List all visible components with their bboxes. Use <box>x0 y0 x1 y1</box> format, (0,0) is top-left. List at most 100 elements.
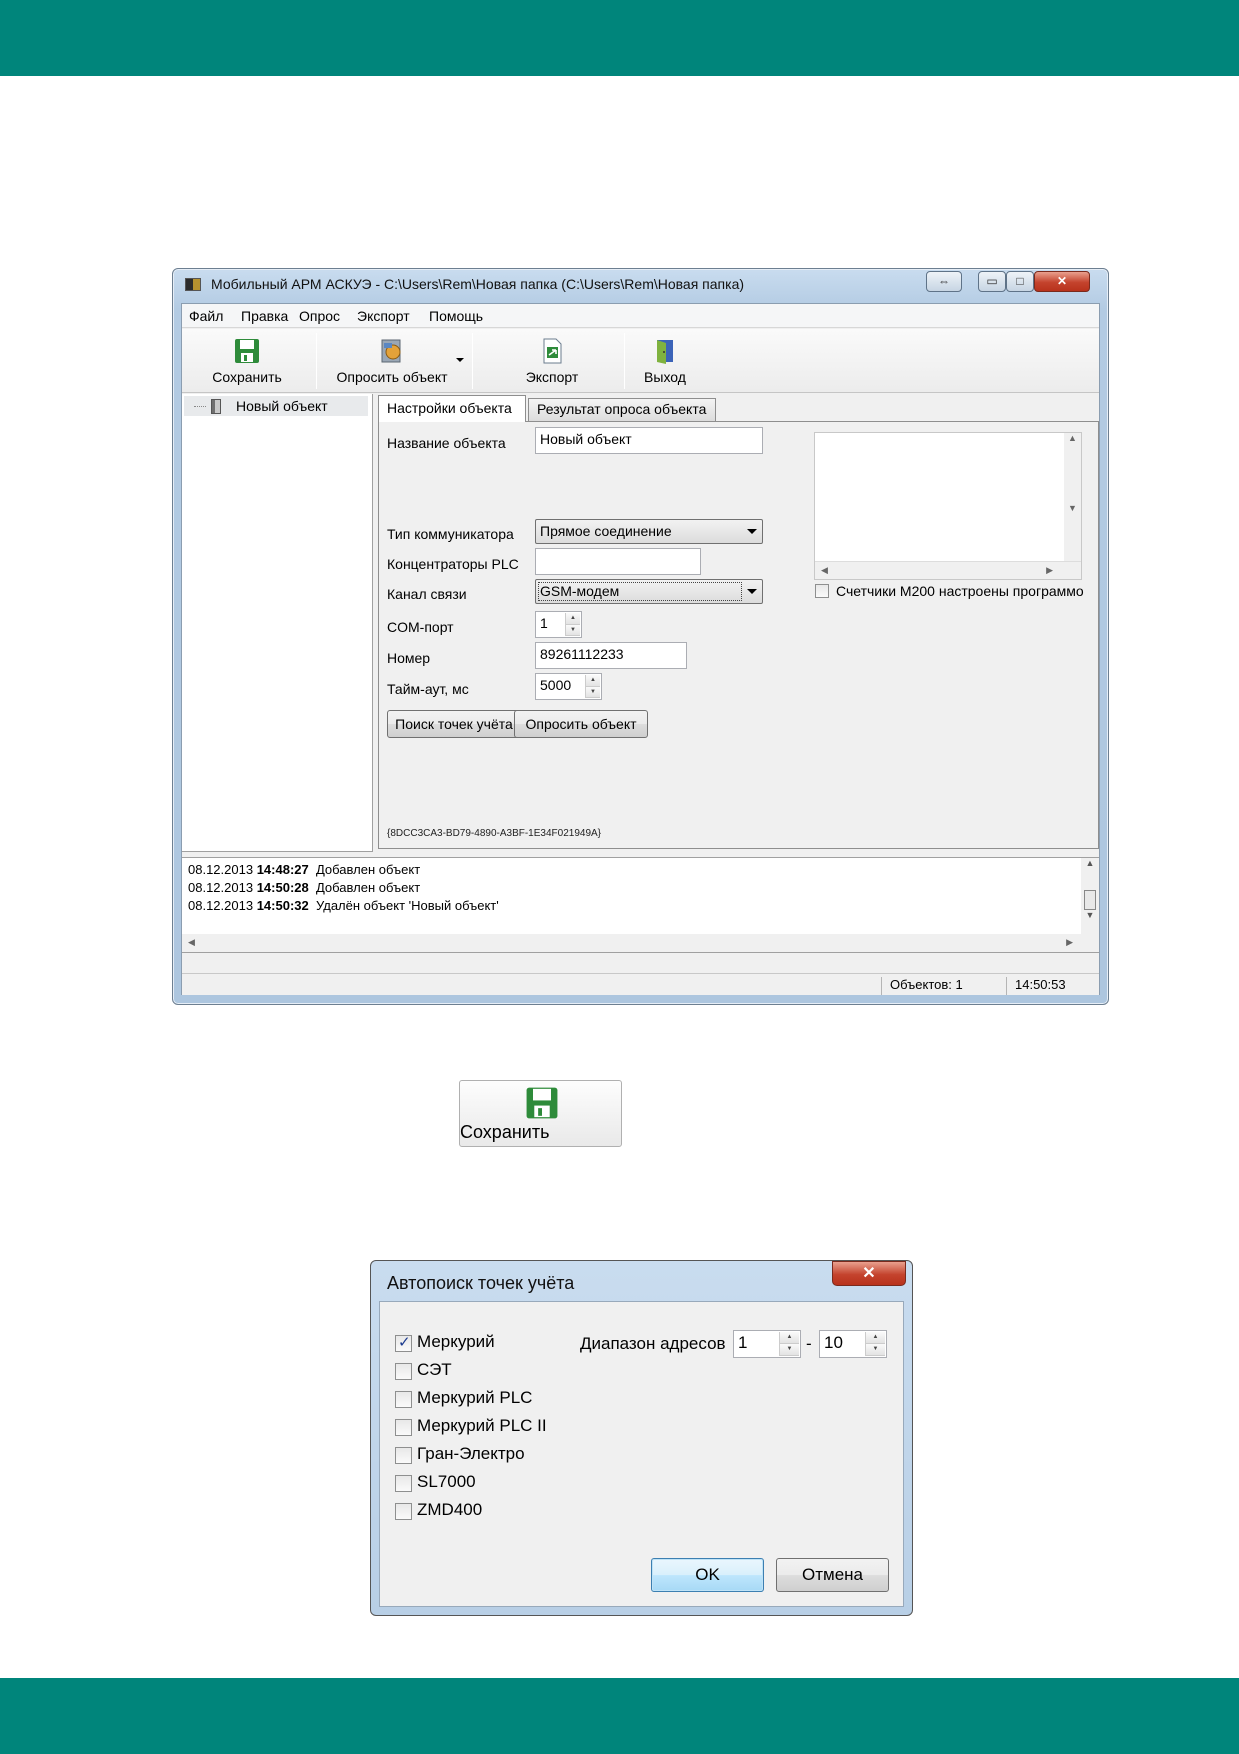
meter-checkbox[interactable] <box>395 1503 412 1520</box>
log-entry: 08.12.2013 14:50:28 Добавлен объект <box>188 880 421 895</box>
meter-checkbox[interactable] <box>395 1391 412 1408</box>
main-window: Мобильный АРМ АСКУЭ - C:\Users\Rem\Новая… <box>172 268 1109 1005</box>
toolbar: Сохранить Опросить объект Экспорт Выход <box>182 329 1099 393</box>
poll-object-button[interactable]: Опросить объект <box>322 331 462 389</box>
menu-poll[interactable]: Опрос <box>299 308 340 324</box>
title-bar[interactable]: Мобильный АРМ АСКУЭ - C:\Users\Rem\Новая… <box>173 269 1108 301</box>
meter-checkbox[interactable]: ✓ <box>395 1334 412 1352</box>
tree-item-label: Новый объект <box>236 398 328 414</box>
export-icon <box>543 338 562 364</box>
address-to-spinner[interactable]: 10 ▲ ▼ <box>819 1330 887 1358</box>
menu-file[interactable]: Файл <box>189 308 223 324</box>
spinner-arrows-icon[interactable]: ▲ ▼ <box>865 1332 885 1356</box>
header-band <box>0 0 1239 76</box>
toolbar-separator <box>472 333 473 389</box>
status-bar: Объектов: 1 14:50:53 <box>182 973 1099 995</box>
log-entry: 08.12.2013 14:50:32 Удалён объект 'Новый… <box>188 898 499 913</box>
spinner-arrows-icon[interactable]: ▲ ▼ <box>779 1332 799 1356</box>
com-port-spinner[interactable]: 1 ▲ ▼ <box>535 611 582 638</box>
memo-horizontal-scrollbar[interactable]: ◀ ▶ <box>815 561 1081 579</box>
object-name-label: Название объекта <box>387 435 506 451</box>
meter-checkbox[interactable] <box>395 1475 412 1492</box>
save-toolbar-button[interactable]: Сохранить <box>192 331 302 389</box>
memo-vertical-scrollbar[interactable]: ▲ ▼ <box>1064 433 1081 563</box>
meter-label: Меркурий PLC II <box>417 1416 547 1435</box>
timeout-label: Тайм-аут, мс <box>387 681 469 697</box>
client-area: Файл Правка Опрос Экспорт Помощь Сохрани… <box>181 303 1100 995</box>
exit-label: Выход <box>644 369 686 385</box>
tab-object-settings[interactable]: Настройки объекта <box>378 395 526 422</box>
export-button[interactable]: Экспорт <box>482 331 622 389</box>
address-range-label: Диапазон адресов <box>580 1334 726 1353</box>
export-label: Экспорт <box>525 369 579 385</box>
maximize-button[interactable]: □ <box>1006 271 1034 292</box>
poll-object-icon <box>381 339 401 363</box>
meter-label: Меркурий <box>417 1332 495 1351</box>
ok-button[interactable]: OK <box>651 1558 764 1592</box>
objects-count: Объектов: 1 <box>881 977 1001 995</box>
log-entry: 08.12.2013 14:48:27 Добавлен объект <box>188 862 421 877</box>
meter-label: ZMD400 <box>417 1500 483 1519</box>
tree-connector <box>194 406 206 407</box>
dialog-title: Автопоиск точек учёта <box>387 1273 575 1293</box>
toolbar-separator <box>624 333 625 389</box>
meter-label: СЭТ <box>417 1360 452 1379</box>
communicator-label: Тип коммуникатора <box>387 526 514 542</box>
object-tree: Новый объект <box>182 394 373 852</box>
footer-band <box>0 1678 1239 1754</box>
menu-export[interactable]: Экспорт <box>357 308 410 324</box>
minimize-button[interactable]: ▭ <box>978 271 1006 292</box>
save-label: Сохранить <box>212 369 282 385</box>
meter-checkbox[interactable] <box>395 1419 412 1436</box>
dropdown-arrow-icon[interactable] <box>456 358 464 362</box>
timeout-value: 5000 <box>540 677 572 693</box>
plc-concentrators-label: Концентраторы PLC <box>387 556 519 572</box>
object-settings-panel: Название объекта Новый объект ▲ ▼ ◀ ▶ Тип … <box>378 421 1099 849</box>
phone-number-input[interactable]: 89261112233 <box>535 642 687 669</box>
menu-help[interactable]: Помощь <box>429 308 483 324</box>
focus-rectangle <box>538 582 742 601</box>
exit-button[interactable]: Выход <box>630 331 700 389</box>
save-button-illustration: Сохранить <box>459 1080 622 1147</box>
spinner-arrows-icon[interactable]: ▲ ▼ <box>565 613 580 636</box>
app-icon <box>185 278 201 291</box>
menu-bar: Файл Правка Опрос Экспорт Помощь <box>182 304 1099 328</box>
notes-memo[interactable]: ▲ ▼ ◀ ▶ <box>814 432 1082 580</box>
menu-edit[interactable]: Правка <box>241 308 288 324</box>
range-separator: - <box>806 1334 812 1353</box>
meter-label: SL7000 <box>417 1472 476 1491</box>
dialog-close-button[interactable]: ✕ <box>832 1261 906 1286</box>
search-points-button[interactable]: Поиск точек учёта <box>387 710 521 738</box>
timeout-spinner[interactable]: 5000 ▲ ▼ <box>535 673 602 700</box>
event-log[interactable]: 08.12.2013 14:48:27 Добавлен объект 08.1… <box>182 857 1099 953</box>
meter-icon <box>211 399 221 414</box>
communicator-select[interactable]: Прямое соединение <box>535 519 763 544</box>
spinner-arrows-icon[interactable]: ▲ ▼ <box>585 675 600 698</box>
address-from-value: 1 <box>738 1333 748 1352</box>
meter-label: Гран-Электро <box>417 1444 525 1463</box>
poll-object-form-button[interactable]: Опросить объект <box>514 710 648 738</box>
log-vertical-scrollbar[interactable]: ▲ ▼ <box>1081 858 1099 936</box>
m200-checkbox[interactable] <box>815 584 829 598</box>
object-name-input[interactable]: Новый объект <box>535 427 763 454</box>
tree-item[interactable]: Новый объект <box>184 396 368 416</box>
address-to-value: 10 <box>824 1333 843 1352</box>
swap-button[interactable]: ⇔ <box>926 271 962 292</box>
log-horizontal-scrollbar[interactable]: ◀ ▶ <box>182 934 1099 952</box>
meter-checkbox[interactable] <box>395 1447 412 1464</box>
phone-number-label: Номер <box>387 650 431 666</box>
address-from-spinner[interactable]: 1 ▲ ▼ <box>733 1330 801 1358</box>
object-guid: {8DCC3CA3-BD79-4890-A3BF-1E34F021949A} <box>387 828 602 839</box>
chevron-down-icon <box>747 529 757 534</box>
meter-checkbox[interactable] <box>395 1363 412 1380</box>
close-button[interactable]: ✕ <box>1034 271 1090 292</box>
plc-concentrators-input[interactable] <box>535 548 701 575</box>
channel-select[interactable]: GSM-модем <box>535 579 763 604</box>
communicator-value: Прямое соединение <box>540 523 672 539</box>
tab-control: Настройки объекта Результат опроса объек… <box>378 395 1099 851</box>
com-port-label: COM-порт <box>387 619 454 635</box>
tab-poll-result[interactable]: Результат опроса объекта <box>528 398 716 421</box>
checkmark-icon: ✓ <box>398 1334 411 1351</box>
cancel-button[interactable]: Отмена <box>776 1558 889 1592</box>
floppy-disk-icon <box>526 1087 558 1119</box>
